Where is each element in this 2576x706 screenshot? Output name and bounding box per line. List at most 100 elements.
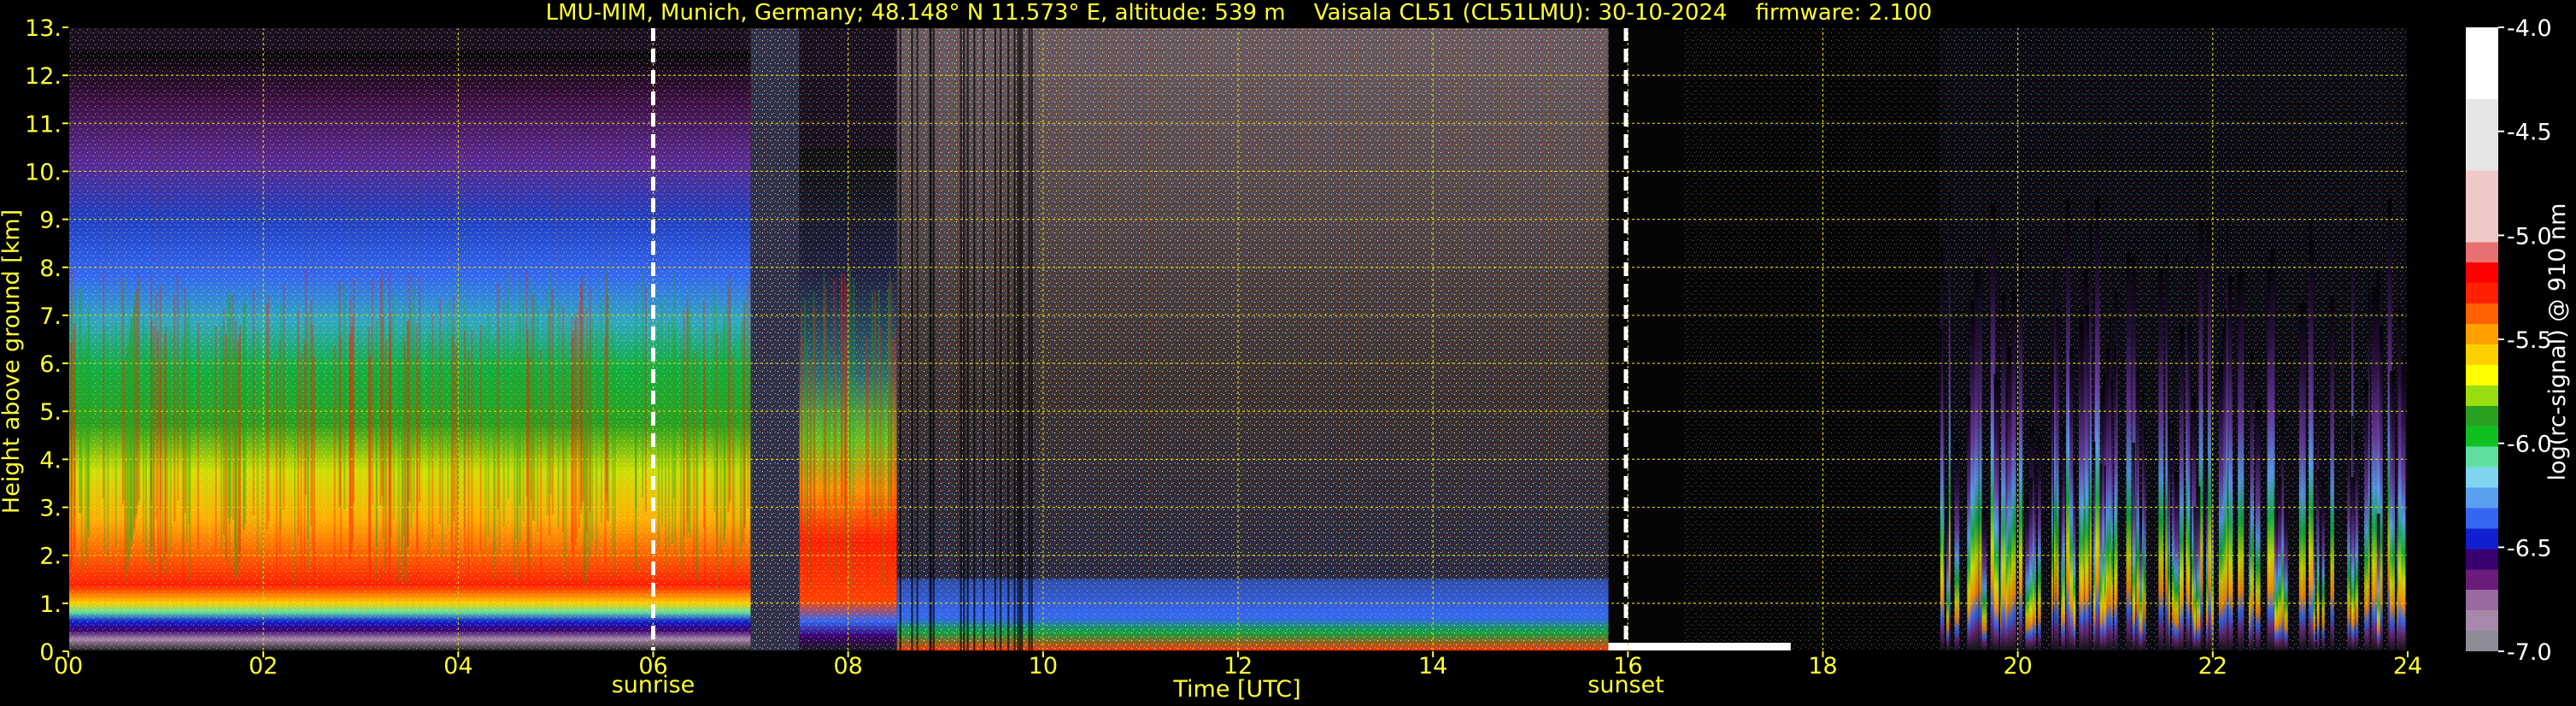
ceilometer-chart: sunrise sunset 0.1.2.3.4.5.6.7.8.9.10.11.…	[0, 0, 2571, 703]
texture-streak	[389, 335, 391, 562]
cloud-streak	[2126, 252, 2132, 651]
cloud-streak	[2095, 197, 2100, 652]
cloud-streak	[2309, 239, 2314, 651]
cloud-streak	[1975, 268, 1979, 651]
texture-streak	[1028, 27, 1030, 651]
texture-streak	[130, 313, 132, 539]
texture-streak	[612, 330, 614, 556]
texture-streak	[713, 285, 716, 512]
texture-streak	[890, 339, 893, 566]
texture-streak	[235, 351, 238, 578]
texture-streak	[156, 332, 159, 558]
cloud-streak	[1993, 374, 1998, 651]
texture-streak	[184, 286, 186, 513]
texture-streak	[983, 27, 985, 651]
texture-streak	[644, 285, 647, 512]
texture-streak	[642, 271, 644, 497]
texture-streak	[513, 350, 516, 576]
cloud-streak	[2402, 357, 2406, 651]
cloud-streak	[2053, 257, 2057, 651]
texture-streak	[150, 333, 152, 560]
texture-streak	[537, 306, 539, 532]
texture-streak	[581, 276, 584, 503]
y-tick-label: 3.	[39, 496, 62, 522]
texture-streak	[686, 297, 689, 523]
texture-streak	[368, 356, 371, 582]
texture-streak	[125, 356, 127, 583]
texture-streak	[403, 341, 406, 568]
y-tick-label: 11.	[25, 111, 62, 138]
texture-streak	[173, 295, 176, 521]
texture-streak	[689, 312, 691, 538]
texture-streak	[1007, 27, 1010, 651]
cloud-streak	[2001, 293, 2006, 651]
texture-streak	[804, 299, 807, 526]
texture-streak	[441, 331, 443, 557]
texture-streak	[419, 276, 421, 503]
texture-streak	[800, 307, 802, 533]
texture-streak	[233, 347, 236, 574]
texture-streak	[874, 291, 877, 517]
texture-streak	[635, 346, 637, 572]
cloud-streak	[2274, 487, 2277, 651]
y-tick-label: 4.	[39, 447, 62, 474]
texture-streak	[724, 321, 726, 547]
colorbar-tick-label: -6.5	[2507, 535, 2552, 562]
cloud-streak	[2277, 476, 2282, 651]
cloud-streak	[2364, 381, 2369, 651]
texture-streak	[182, 337, 185, 563]
texture-streak	[572, 331, 575, 557]
x-tick-label: 04	[443, 653, 472, 680]
cloud-streak	[2355, 435, 2359, 651]
texture-streak	[528, 357, 531, 584]
cloud-streak	[2142, 390, 2145, 651]
texture-streak	[177, 274, 179, 501]
texture-streak	[371, 278, 373, 504]
x-tick-label: 16	[1613, 653, 1642, 680]
texture-streak	[455, 345, 457, 572]
texture-streak	[197, 322, 200, 549]
texture-streak	[79, 287, 81, 514]
texture-streak	[451, 334, 454, 561]
texture-streak	[126, 343, 129, 569]
texture-streak	[562, 332, 565, 559]
texture-streak	[431, 312, 434, 538]
colorbar-tick-label: -4.5	[2507, 120, 2552, 146]
texture-streak	[719, 332, 722, 558]
texture-streak	[307, 344, 309, 570]
cloud-streak	[2330, 295, 2334, 651]
texture-streak	[835, 355, 837, 581]
texture-streak	[382, 279, 384, 506]
cloud-streak	[2080, 323, 2085, 651]
cloud-streak	[2011, 291, 2016, 651]
texture-streak	[507, 273, 509, 499]
texture-streak	[674, 330, 677, 556]
texture-streak	[848, 362, 851, 588]
texture-streak	[379, 279, 382, 506]
cloud-streak	[2089, 221, 2092, 651]
cloud-streak	[2284, 503, 2288, 651]
cloud-streak	[2228, 275, 2233, 651]
texture-streak	[244, 297, 247, 523]
texture-streak	[824, 285, 827, 512]
texture-streak	[311, 324, 314, 550]
texture-streak	[879, 327, 882, 553]
texture-streak	[546, 290, 549, 515]
texture-streak	[283, 284, 285, 509]
cloud-streak	[2051, 360, 2054, 651]
texture-streak	[375, 321, 378, 547]
texture-streak	[496, 283, 499, 509]
texture-streak	[152, 351, 155, 578]
x-axis-title: Time [UTC]	[1172, 676, 1300, 703]
texture-streak	[479, 324, 482, 550]
x-tick-label: 06	[638, 653, 667, 680]
texture-streak	[169, 328, 172, 555]
cloud-streak	[2218, 358, 2224, 651]
texture-streak	[447, 300, 449, 527]
texture-streak	[549, 269, 552, 496]
texture-streak	[275, 360, 278, 586]
texture-streak	[667, 321, 670, 548]
texture-streak	[823, 273, 825, 499]
texture-streak	[575, 312, 578, 538]
texture-streak	[1018, 27, 1021, 651]
